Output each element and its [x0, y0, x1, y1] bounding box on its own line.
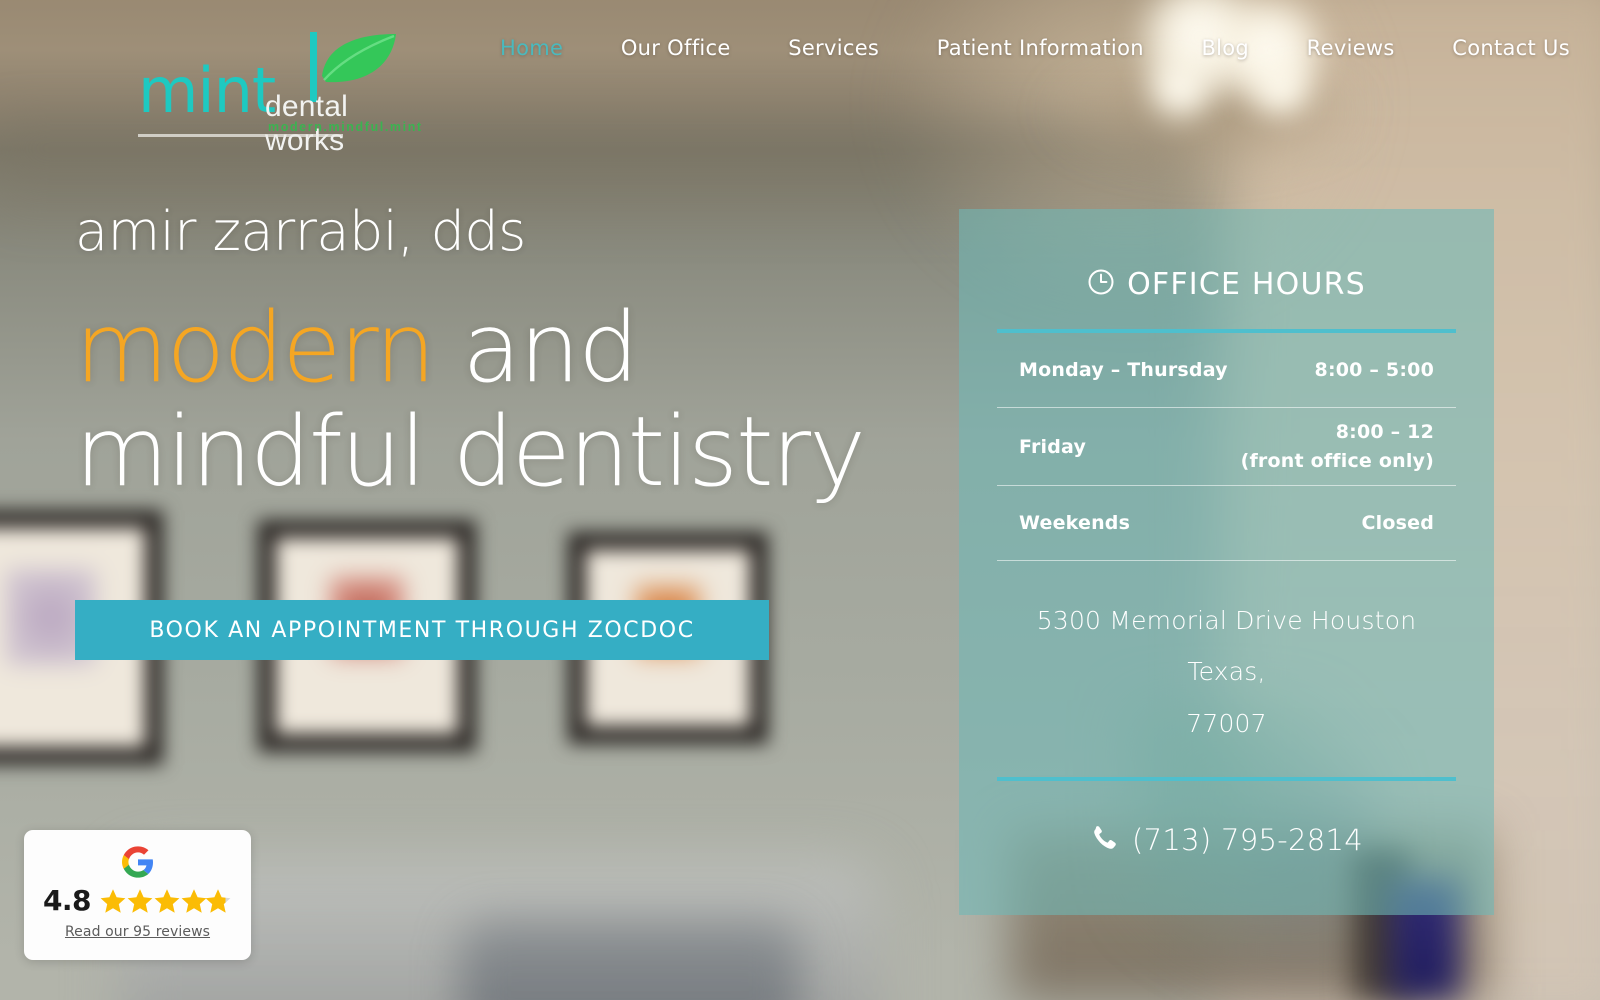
hours-value: 8:00 – 12 (front office only): [1241, 418, 1434, 475]
main-navigation: Home Our Office Services Patient Informa…: [500, 36, 1570, 60]
address-line-2: 77007: [1186, 708, 1267, 738]
google-review-badge[interactable]: 4.8 Read our 95 reviews: [24, 830, 251, 960]
nav-item-reviews[interactable]: Reviews: [1307, 36, 1395, 60]
hero-subtitle: amir zarrabi, dds: [75, 200, 526, 263]
office-address: 5300 Memorial Drive Houston Texas, 77007: [997, 595, 1456, 749]
google-reviews-link[interactable]: Read our 95 reviews: [65, 924, 210, 940]
nav-item-contact-us[interactable]: Contact Us: [1452, 36, 1570, 60]
logo-underline: [138, 134, 343, 137]
hours-value-note: (front office only): [1240, 449, 1434, 472]
nav-item-patient-information[interactable]: Patient Information: [937, 36, 1144, 60]
logo-tagline: modern.mindful.mint: [268, 120, 423, 134]
clock-icon: [1087, 268, 1115, 301]
panel-bottom-divider: [997, 776, 1456, 781]
site-header: mint dental works modern.mindful.mint Ho…: [0, 0, 1600, 157]
hero-headline: modern and mindful dentistry: [75, 296, 935, 504]
hours-value-time: 8:00 – 12: [1335, 421, 1434, 443]
hours-value: 8:00 – 5:00: [1314, 358, 1434, 381]
hero-section: mint dental works modern.mindful.mint Ho…: [0, 0, 1600, 1000]
office-hours-panel: OFFICE HOURS Monday – Thursday 8:00 – 5:…: [959, 209, 1494, 915]
office-hours-title-text: OFFICE HOURS: [1127, 267, 1366, 302]
hours-row-friday: Friday 8:00 – 12 (front office only): [997, 408, 1456, 485]
hours-day-label: Monday – Thursday: [1019, 359, 1228, 381]
phone-link[interactable]: (713) 795-2814: [997, 823, 1456, 857]
hero-headline-accent: modern: [75, 292, 436, 404]
site-logo[interactable]: mint dental works modern.mindful.mint: [138, 28, 421, 157]
nav-item-services[interactable]: Services: [788, 36, 879, 60]
nav-item-home[interactable]: Home: [500, 36, 563, 60]
google-g-icon: [121, 846, 154, 878]
nav-item-our-office[interactable]: Our Office: [621, 36, 731, 60]
logo-mint-text: mint: [138, 54, 276, 127]
google-rating-row: 4.8: [43, 884, 232, 917]
hours-row-weekends: Weekends Closed: [997, 486, 1456, 560]
book-appointment-button[interactable]: BOOK AN APPOINTMENT THROUGH ZOCDOC: [75, 600, 769, 660]
hours-day-label: Friday: [1019, 435, 1087, 458]
hours-value: Closed: [1361, 511, 1434, 534]
hours-day-label: Weekends: [1019, 512, 1131, 534]
google-star-rating: [100, 888, 232, 914]
google-rating-score: 4.8: [42, 884, 92, 917]
office-hours-title: OFFICE HOURS: [997, 209, 1456, 302]
book-appointment-label: BOOK AN APPOINTMENT THROUGH ZOCDOC: [149, 617, 695, 643]
hero-copy: amir zarrabi, dds modern and mindful den…: [75, 205, 935, 504]
hours-divider: [997, 560, 1456, 561]
phone-number: (713) 795-2814: [1131, 822, 1364, 857]
phone-icon: [1090, 823, 1118, 856]
nav-item-blog[interactable]: Blog: [1201, 36, 1249, 60]
address-line-1: 5300 Memorial Drive Houston Texas,: [1036, 606, 1417, 687]
hours-row-monday-thursday: Monday – Thursday 8:00 – 5:00: [997, 333, 1456, 407]
